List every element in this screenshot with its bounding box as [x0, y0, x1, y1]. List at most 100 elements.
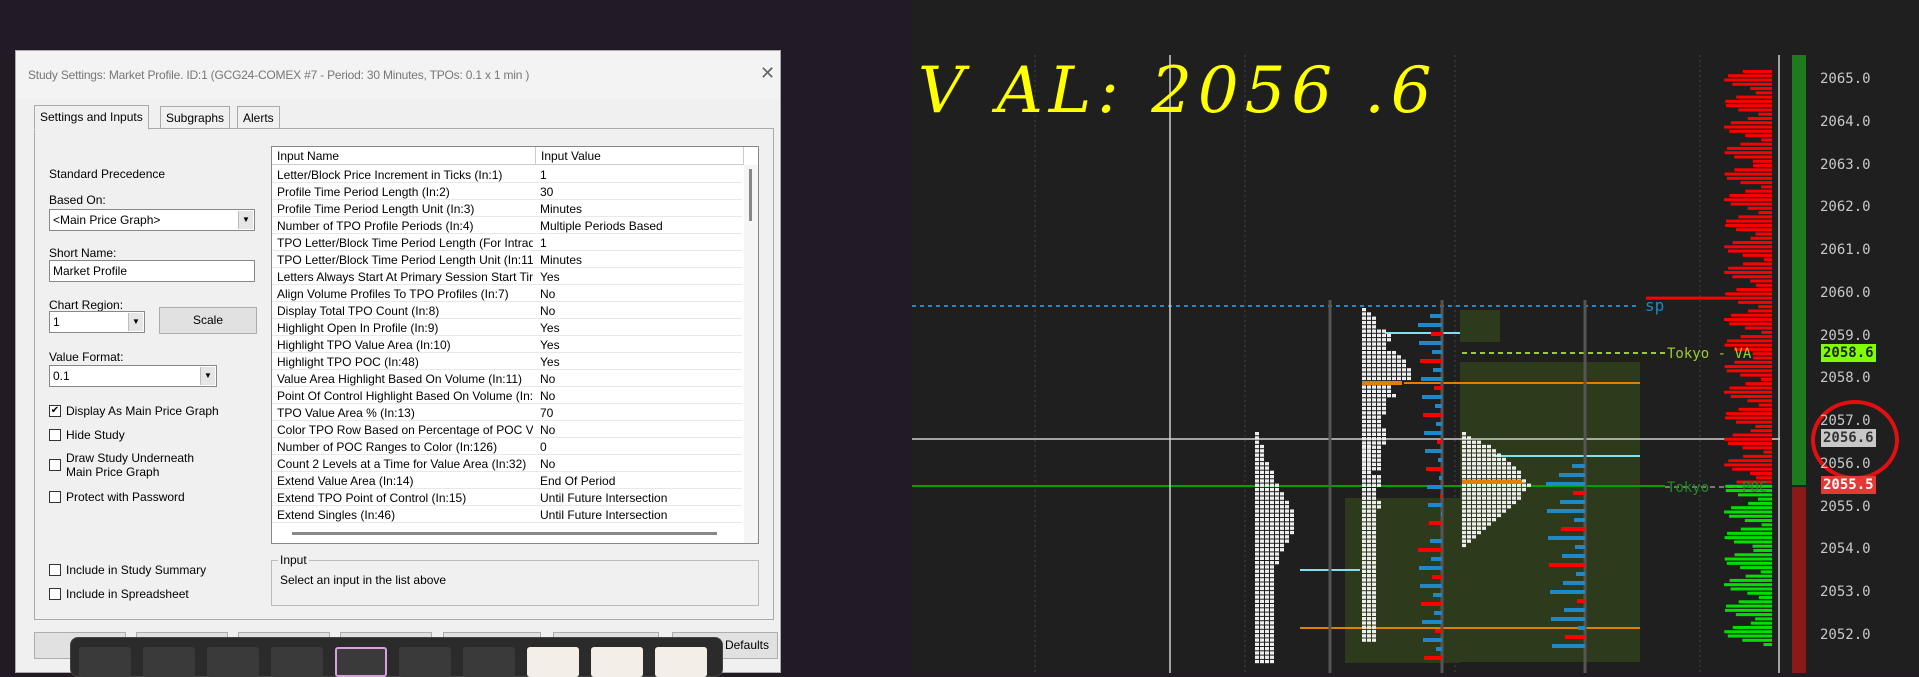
tpo-block	[1367, 535, 1371, 539]
volume-profile-bar	[1734, 553, 1772, 557]
tpo-block	[1487, 453, 1491, 457]
volume-profile-bar	[1760, 377, 1772, 381]
tpo-block	[1265, 659, 1269, 664]
table-row[interactable]: Letters Always Start At Primary Session …	[272, 268, 742, 285]
hide-study-checkbox[interactable]: Hide Study	[49, 428, 125, 442]
tpo-block	[1382, 432, 1386, 436]
table-row[interactable]: Profile Time Period Length Unit (In:3) Mi…	[272, 200, 742, 217]
input-value: 70	[540, 406, 554, 420]
table-row[interactable]: Extend Singles (In:46) Until Future Inter…	[272, 506, 742, 523]
tpo-block	[1362, 457, 1366, 462]
tpo-block	[1377, 462, 1381, 467]
inputs-table[interactable]: Input Name Input Value Letter/Block Pric…	[271, 146, 759, 544]
tpo-block	[1372, 376, 1376, 381]
tpo-block	[1477, 440, 1481, 444]
tpo-block	[1482, 466, 1486, 470]
tpo-block	[1372, 467, 1376, 471]
tpo-block	[1372, 591, 1376, 595]
tpo-block	[1270, 625, 1274, 629]
tpo-block	[1377, 329, 1381, 333]
table-row[interactable]: Highlight TPO Value Area (In:10) Yes	[272, 336, 742, 353]
tpo-block	[1270, 548, 1274, 552]
table-row[interactable]: Color TPO Row Based on Percentage of POC…	[272, 421, 742, 438]
volume-profile-bar	[1763, 643, 1772, 647]
table-row[interactable]: TPO Letter/Block Time Period Length (For…	[272, 234, 742, 251]
volume-bar	[1435, 404, 1442, 408]
tpo-block	[1397, 376, 1401, 381]
tpo-block	[1367, 513, 1371, 518]
column-header-input-name[interactable]: Input Name	[272, 147, 536, 165]
tpo-block	[1255, 492, 1259, 496]
scale-button[interactable]: Scale	[159, 307, 257, 334]
tpo-block	[1362, 608, 1366, 612]
tpo-poc-row	[1462, 480, 1522, 484]
table-row[interactable]: TPO Letter/Block Time Period Length Unit…	[272, 251, 742, 268]
tpo-block	[1527, 483, 1531, 487]
tpo-block	[1367, 359, 1371, 363]
volume-profile-bar	[1725, 223, 1772, 227]
tpo-block	[1382, 389, 1386, 393]
table-row[interactable]: Highlight TPO POC (In:48) Yes	[272, 353, 742, 370]
tpo-block	[1260, 578, 1264, 582]
table-row[interactable]: Highlight Open In Profile (In:9) Yes	[272, 319, 742, 336]
tpo-block	[1502, 500, 1506, 505]
table-row[interactable]: Number of POC Ranges to Color (In:126) 0	[272, 438, 742, 455]
tpo-block	[1265, 543, 1269, 548]
value-format-select[interactable]: 0.1 ▼	[49, 365, 217, 387]
tab-alerts[interactable]: Alerts	[237, 106, 280, 129]
scrollbar-thumb[interactable]	[749, 169, 752, 221]
volume-profile-bar	[1734, 168, 1772, 172]
display-as-main-price-graph-checkbox[interactable]: ✔ Display As Main Price Graph	[49, 404, 219, 418]
table-row[interactable]: TPO Value Area % (In:13) 70	[272, 404, 742, 421]
volume-bar	[1418, 548, 1442, 552]
tpo-block	[1260, 513, 1264, 517]
chart-region-select[interactable]: 1 ▼	[49, 311, 145, 333]
tpo-block	[1467, 530, 1471, 535]
close-icon[interactable]: ✕	[760, 63, 775, 84]
tpo-block	[1377, 415, 1381, 419]
tpo-block	[1497, 470, 1501, 474]
tpo-block	[1497, 492, 1501, 496]
tpo-block	[1377, 402, 1381, 406]
horizontal-scrollbar[interactable]	[292, 532, 717, 535]
table-row[interactable]: Extend TPO Point of Control (In:15) Until…	[272, 489, 742, 506]
table-row[interactable]: Profile Time Period Length (In:2) 30	[272, 183, 742, 200]
tpo-block	[1265, 616, 1269, 621]
protect-with-password-checkbox[interactable]: Protect with Password	[49, 490, 185, 504]
table-row[interactable]: Value Area Highlight Based On Volume (In…	[272, 370, 742, 387]
tpo-block	[1362, 500, 1366, 505]
tpo-block	[1502, 505, 1506, 509]
tpo-block	[1255, 655, 1259, 659]
table-row[interactable]: Align Volume Profiles To TPO Profiles (I…	[272, 285, 742, 302]
volume-profile-bar	[1725, 416, 1772, 420]
tpo-block	[1362, 351, 1366, 355]
based-on-select[interactable]: <Main Price Graph> ▼	[49, 209, 255, 231]
table-row[interactable]: Point Of Control Highlight Based On Volu…	[272, 387, 742, 404]
input-name: Highlight TPO POC (In:48)	[277, 355, 419, 369]
input-name: Number of POC Ranges to Color (In:126)	[277, 440, 498, 454]
table-row[interactable]: Count 2 Levels at a Time for Value Area …	[272, 455, 742, 472]
tpo-block	[1290, 526, 1294, 530]
tpo-block	[1372, 424, 1376, 428]
tab-settings-and-inputs[interactable]: Settings and Inputs	[34, 105, 149, 130]
volume-profile-bar	[1752, 544, 1772, 548]
draw-study-underneath-checkbox[interactable]: Draw Study Underneath Main Price Graph	[49, 451, 199, 479]
tpo-block	[1367, 355, 1371, 359]
table-row[interactable]: Letter/Block Price Increment in Ticks (I…	[272, 166, 742, 183]
input-value: 1	[540, 236, 547, 250]
tab-subgraphs[interactable]: Subgraphs	[160, 106, 231, 129]
column-header-input-value[interactable]: Input Value	[536, 147, 744, 165]
table-row[interactable]: Extend Value Area (In:14) End Of Period	[272, 472, 742, 489]
table-row[interactable]: Number of TPO Profile Periods (In:4) Mult…	[272, 217, 742, 234]
tpo-block	[1260, 561, 1264, 565]
market-profile-chart[interactable]: sp Tokyo - VA Tokyo POC V AL: 2056 .6	[912, 0, 1919, 673]
tpo-block	[1372, 634, 1376, 638]
short-name-input[interactable]	[49, 260, 255, 282]
volume-bar	[1421, 602, 1442, 606]
include-in-study-summary-checkbox[interactable]: Include in Study Summary	[49, 563, 206, 577]
vertical-scrollbar[interactable]	[744, 165, 758, 543]
tpo-block	[1462, 513, 1466, 517]
table-row[interactable]: Display Total TPO Count (In:8) No	[272, 302, 742, 319]
include-in-spreadsheet-checkbox[interactable]: Include in Spreadsheet	[49, 587, 189, 601]
tpo-block	[1265, 552, 1269, 556]
